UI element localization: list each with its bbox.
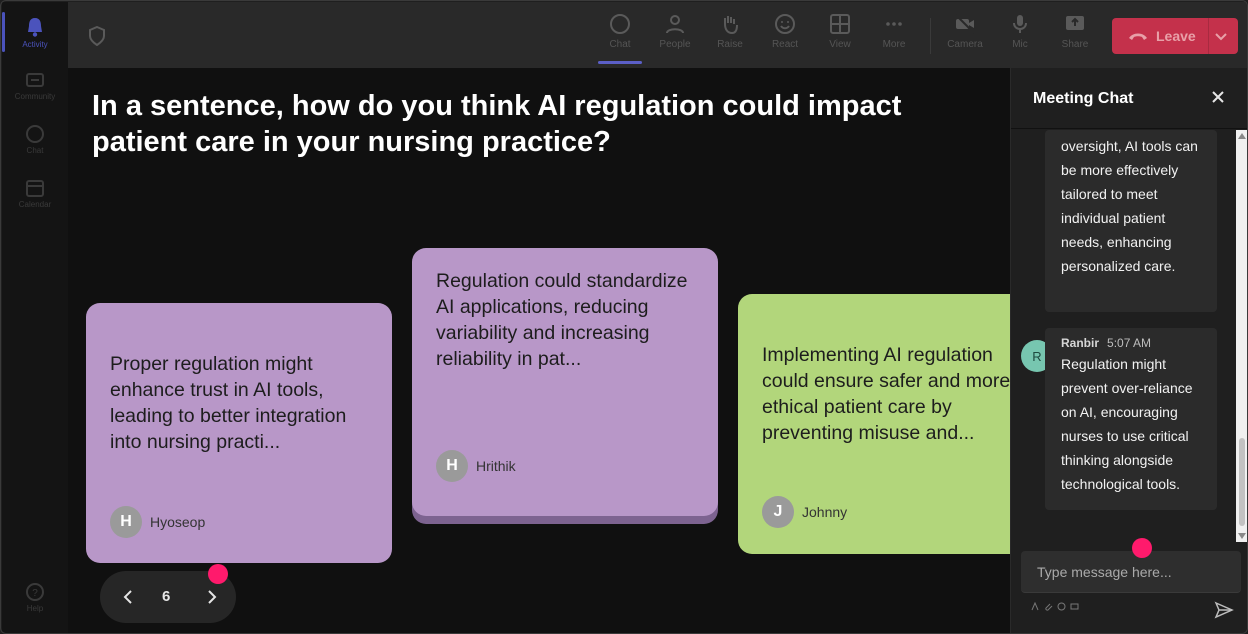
shield-icon[interactable] [88,26,106,46]
scroll-thumb[interactable] [1239,438,1245,526]
card-author: H Hrithik [436,450,516,482]
rail-item-community[interactable]: Community [2,60,68,114]
react-button[interactable]: React [759,12,811,62]
chevron-down-icon[interactable] [1214,29,1228,43]
mic-icon [1013,15,1027,33]
rail-item-help[interactable]: ? Help [2,572,68,626]
chat-compose-box[interactable] [1021,551,1241,593]
rail-label: Calendar [18,200,52,209]
sender-name: Ranbir [1061,336,1100,350]
chat-input[interactable] [1021,551,1241,592]
leave-split-divider [1208,18,1209,54]
scroll-down-icon[interactable] [1238,533,1246,539]
message-text: Regulation might prevent over-reliance o… [1061,356,1193,492]
share-button[interactable]: Share [1049,12,1101,62]
rail-label: Chat [26,146,44,155]
view-button-label: View [829,39,851,50]
camera-button[interactable]: Camera [939,12,991,62]
author-name: Johnny [802,504,848,520]
hand-icon [724,16,738,35]
people-button-label: People [659,39,691,50]
chevron-right-icon[interactable] [202,587,222,607]
author-name: Hrithik [476,458,516,474]
message-text: oversight, AI tools can be more effectiv… [1061,138,1198,274]
emoji-icon[interactable] [1057,602,1066,611]
author-name: Hyoseop [150,514,206,530]
chat-icon [26,125,44,143]
svg-text:?: ? [32,588,38,599]
more-icon [886,22,902,26]
avatar: J [762,496,794,528]
send-icon[interactable] [1214,601,1234,619]
left-rail: Activity Community Chat Calendar ? Help [2,2,68,633]
meeting-toolbar: Chat People Raise React View More Camera [68,2,1247,68]
community-icon [26,73,44,87]
card-author: H Hyoseop [110,506,205,538]
avatar: H [436,450,468,482]
people-icon [666,15,684,34]
rail-item-activity[interactable]: Activity [2,6,68,60]
rail-label: Activity [22,40,48,49]
response-card[interactable]: Proper regulation might enhance trust in… [86,303,392,563]
gif-icon[interactable] [1070,602,1079,611]
camera-button-label: Camera [947,39,983,50]
avatar: H [110,506,142,538]
hang-up-icon [1129,33,1147,40]
view-button[interactable]: View [814,12,866,62]
toolbar-divider [930,18,931,54]
bell-icon [28,18,42,37]
raise-button-label: Raise [717,39,743,50]
chat-icon [610,14,630,34]
app-window: Activity Community Chat Calendar ? Help … [0,0,1248,634]
question-title: In a sentence, how do you think AI regul… [92,90,902,158]
compose-tools [1031,602,1079,611]
people-button[interactable]: People [649,12,701,62]
share-button-label: Share [1061,39,1089,50]
react-button-label: React [771,39,799,50]
chat-message: Ranbir 5:07 AM Regulation might prevent o… [1045,328,1217,510]
chat-header-divider [1011,128,1247,129]
raise-hand-button[interactable]: Raise [704,12,756,62]
scroll-up-icon[interactable] [1238,133,1246,139]
presentation-stage: In a sentence, how do you think AI regul… [68,68,1010,633]
leave-button[interactable]: Leave [1112,18,1238,54]
attach-icon[interactable] [1044,602,1053,611]
response-card[interactable]: Regulation could standardize AI applicat… [412,248,718,516]
message-meta: Ranbir 5:07 AM [1061,334,1201,352]
mic-button-label: Mic [1012,39,1028,50]
response-text: Regulation could standardize AI applicat… [436,270,688,370]
response-text: Proper regulation might enhance trust in… [110,353,347,453]
chat-scrollbar[interactable] [1236,130,1247,542]
chat-title: Meeting Chat [1033,90,1134,107]
more-button-label: More [882,39,906,50]
card-author: J Johnny [762,496,847,528]
chat-message: oversight, AI tools can be more effectiv… [1045,130,1217,312]
share-screen-icon [1066,16,1084,30]
meeting-chat-panel: Meeting Chat oversight, AI tools can be … [1010,68,1247,633]
calendar-icon [26,180,44,197]
grid-icon [830,14,850,34]
rail-label: Community [14,92,56,101]
close-icon[interactable] [1211,90,1225,104]
camera-off-icon [955,14,975,34]
pointer-dot [1132,538,1152,558]
chat-button[interactable]: Chat [594,12,646,64]
rail-item-calendar[interactable]: Calendar [2,168,68,222]
mic-button[interactable]: Mic [994,12,1046,62]
page-number: 6 [162,588,171,605]
message-time: 5:07 AM [1107,336,1152,350]
format-icon[interactable] [1031,602,1040,611]
chevron-left-icon[interactable] [118,587,138,607]
rail-label: Help [26,604,44,613]
help-icon: ? [26,583,44,601]
more-button[interactable]: More [868,12,920,62]
response-card[interactable]: Implementing AI regulation could ensure … [738,294,1010,554]
smiley-icon [775,14,795,34]
leave-label: Leave [1156,28,1196,44]
response-text: Implementing AI regulation could ensure … [762,344,1010,444]
chat-button-label: Chat [609,39,631,50]
rail-item-chat[interactable]: Chat [2,114,68,168]
pointer-dot [208,564,228,584]
